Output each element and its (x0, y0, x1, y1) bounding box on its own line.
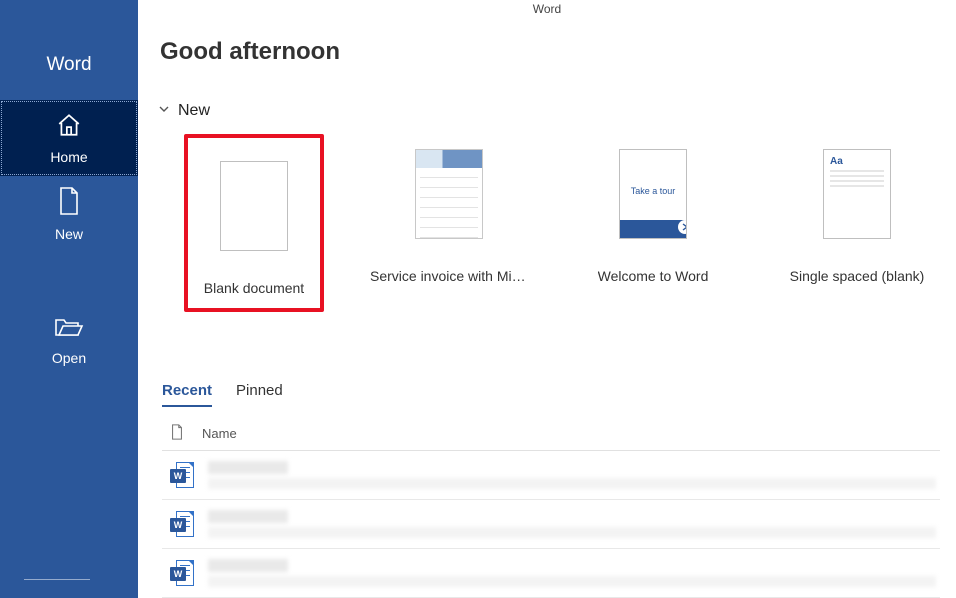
word-file-icon: W (170, 462, 194, 488)
table-row[interactable]: W (162, 451, 940, 500)
table-row[interactable]: W (162, 549, 940, 598)
section-title: New (178, 102, 210, 120)
template-single-spaced[interactable]: Aa Single spaced (blank) (778, 134, 936, 284)
redacted-text (208, 461, 936, 489)
table-header[interactable]: Name (162, 417, 940, 451)
template-label: Blank document (204, 280, 304, 296)
sidebar-item-label: Open (52, 350, 86, 366)
template-label: Welcome to Word (598, 268, 709, 284)
sidebar-item-home[interactable]: Home (0, 100, 138, 176)
template-label: Service invoice with Micros… (370, 268, 528, 284)
arrow-right-icon (678, 220, 687, 234)
template-service-invoice[interactable]: Service invoice with Micros… (370, 134, 528, 284)
template-gallery: Blank document Service invoice with Micr… (184, 134, 956, 312)
recent-tabs: Recent Pinned (162, 382, 956, 407)
sidebar-item-open[interactable]: Open (0, 302, 138, 378)
blank-page-icon (220, 161, 288, 251)
template-label: Single spaced (blank) (790, 268, 925, 284)
recent-documents-table: Name W W (162, 417, 940, 598)
title-bar: Word (138, 0, 956, 18)
single-spaced-preview-icon: Aa (823, 149, 891, 239)
tab-recent[interactable]: Recent (162, 382, 212, 407)
main-panel: Word Good afternoon New Blank document (138, 0, 956, 598)
column-name: Name (202, 426, 237, 441)
template-thumb: Take a tour (583, 134, 723, 254)
file-icon (170, 424, 184, 443)
template-welcome[interactable]: Take a tour Welcome to Word (574, 134, 732, 284)
redacted-text (208, 559, 936, 587)
invoice-preview-icon (415, 149, 483, 239)
folder-open-icon (54, 315, 84, 344)
greeting-text: Good afternoon (160, 38, 956, 66)
word-file-icon: W (170, 511, 194, 537)
app-brand: Word (46, 54, 91, 76)
home-icon (56, 112, 82, 143)
new-section-header[interactable]: New (158, 102, 956, 120)
sidebar-item-label: New (55, 226, 83, 242)
tab-pinned[interactable]: Pinned (236, 382, 283, 407)
welcome-preview-icon: Take a tour (619, 149, 687, 239)
word-file-icon: W (170, 560, 194, 586)
sidebar-divider (24, 579, 90, 580)
template-thumb: Aa (787, 134, 927, 254)
chevron-down-icon (158, 102, 170, 120)
sidebar-item-label: Home (50, 149, 87, 165)
template-blank-document[interactable]: Blank document (184, 134, 324, 312)
redacted-text (208, 510, 936, 538)
template-thumb (379, 134, 519, 254)
document-icon (57, 187, 81, 220)
template-thumb (184, 146, 324, 266)
sidebar-item-new[interactable]: New (0, 176, 138, 252)
title-bar-text: Word (533, 2, 561, 16)
sidebar: Word Home New Open (0, 0, 138, 598)
table-row[interactable]: W (162, 500, 940, 549)
